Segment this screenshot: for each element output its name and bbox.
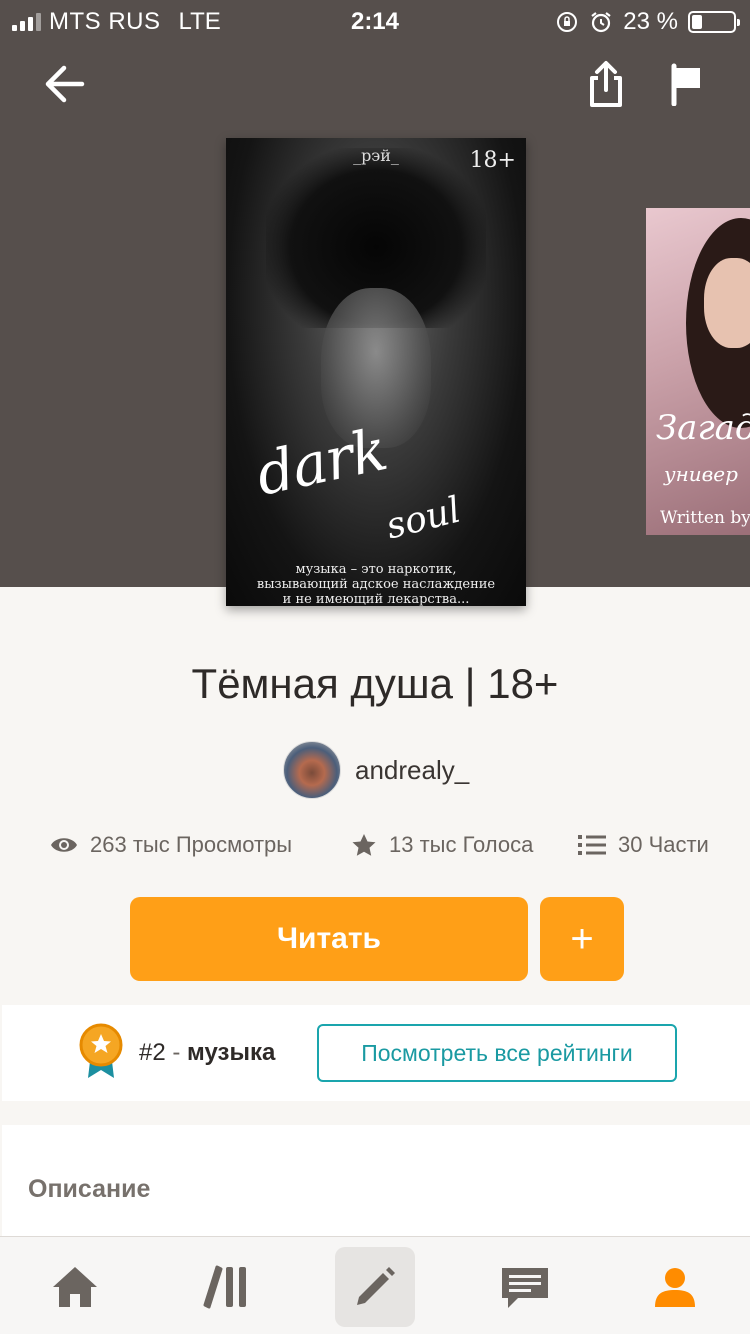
story-title: Тёмная душа | 18+ xyxy=(191,660,559,707)
rank-number: #2 xyxy=(139,1039,166,1066)
add-to-library-button[interactable]: + xyxy=(540,897,624,981)
views-count: 263 тыс Просмотры xyxy=(90,832,293,857)
tab-write[interactable] xyxy=(335,1247,415,1327)
pencil-icon xyxy=(357,1267,395,1305)
author-name[interactable]: andrealy_ xyxy=(355,755,469,786)
read-button[interactable]: Читать xyxy=(130,897,528,981)
share-button[interactable] xyxy=(578,56,634,112)
avatar[interactable] xyxy=(283,741,341,799)
messages-icon xyxy=(502,1268,548,1308)
next-cover-credit: Written by: xyxy=(660,508,750,528)
next-story-cover[interactable]: Загад универ Written by: xyxy=(646,208,750,535)
parts-count: 30 Части xyxy=(618,832,709,857)
story-stats: 263 тыс Просмотры 13 тыс Голоса 30 Части xyxy=(0,832,750,868)
ranking-text[interactable]: #2 - музыка xyxy=(139,1039,275,1067)
flag-icon xyxy=(671,63,700,106)
home-icon xyxy=(53,1267,97,1307)
story-cover[interactable]: _рэй_ 18+ dark soul музыка – это наркоти… xyxy=(226,138,526,606)
description-heading: Описание xyxy=(28,1175,151,1203)
cover-script-subtitle: soul xyxy=(382,489,465,548)
library-icon xyxy=(203,1265,246,1309)
medal-icon xyxy=(79,1023,123,1078)
cover-age-label: 18+ xyxy=(469,148,516,173)
cover-tagline: музыка – это наркотик, вызывающий адское… xyxy=(256,562,496,606)
rotation-lock-icon xyxy=(557,12,578,32)
share-icon xyxy=(590,61,622,107)
votes-stat: 13 тыс Голоса xyxy=(351,832,533,858)
eye-icon xyxy=(51,838,77,852)
report-button[interactable] xyxy=(658,56,714,112)
profile-icon xyxy=(655,1268,695,1307)
battery-icon xyxy=(688,11,740,33)
next-cover-subtitle: универ xyxy=(664,462,738,486)
next-cover-title: Загад xyxy=(656,408,750,448)
tab-home[interactable] xyxy=(35,1247,115,1327)
tab-library[interactable] xyxy=(186,1247,266,1327)
ranking-panel: #2 - музыка Посмотреть все рейтинги xyxy=(2,1005,750,1101)
rank-separator: - xyxy=(172,1039,181,1066)
bottom-tab-bar xyxy=(0,1236,750,1334)
battery-percent: 23 % xyxy=(623,8,678,35)
back-button[interactable] xyxy=(36,56,92,112)
votes-count: 13 тыс Голоса xyxy=(389,832,534,857)
status-bar: MTS RUS LTE 2:14 23 % xyxy=(0,0,750,42)
tab-messages[interactable] xyxy=(485,1247,565,1327)
cover-script-title: dark xyxy=(250,415,393,509)
alarm-icon xyxy=(591,12,611,33)
description-panel: Описание xyxy=(2,1125,750,1245)
list-icon xyxy=(578,835,606,855)
tab-profile[interactable] xyxy=(635,1247,715,1327)
arrow-left-icon xyxy=(45,65,85,103)
parts-stat: 30 Части xyxy=(578,832,709,858)
rank-tag: музыка xyxy=(187,1039,276,1066)
views-stat: 263 тыс Просмотры xyxy=(50,832,292,858)
author-link[interactable]: andrealy_ xyxy=(283,741,469,799)
star-icon xyxy=(352,834,376,856)
view-all-rankings-button[interactable]: Посмотреть все рейтинги xyxy=(317,1024,677,1082)
